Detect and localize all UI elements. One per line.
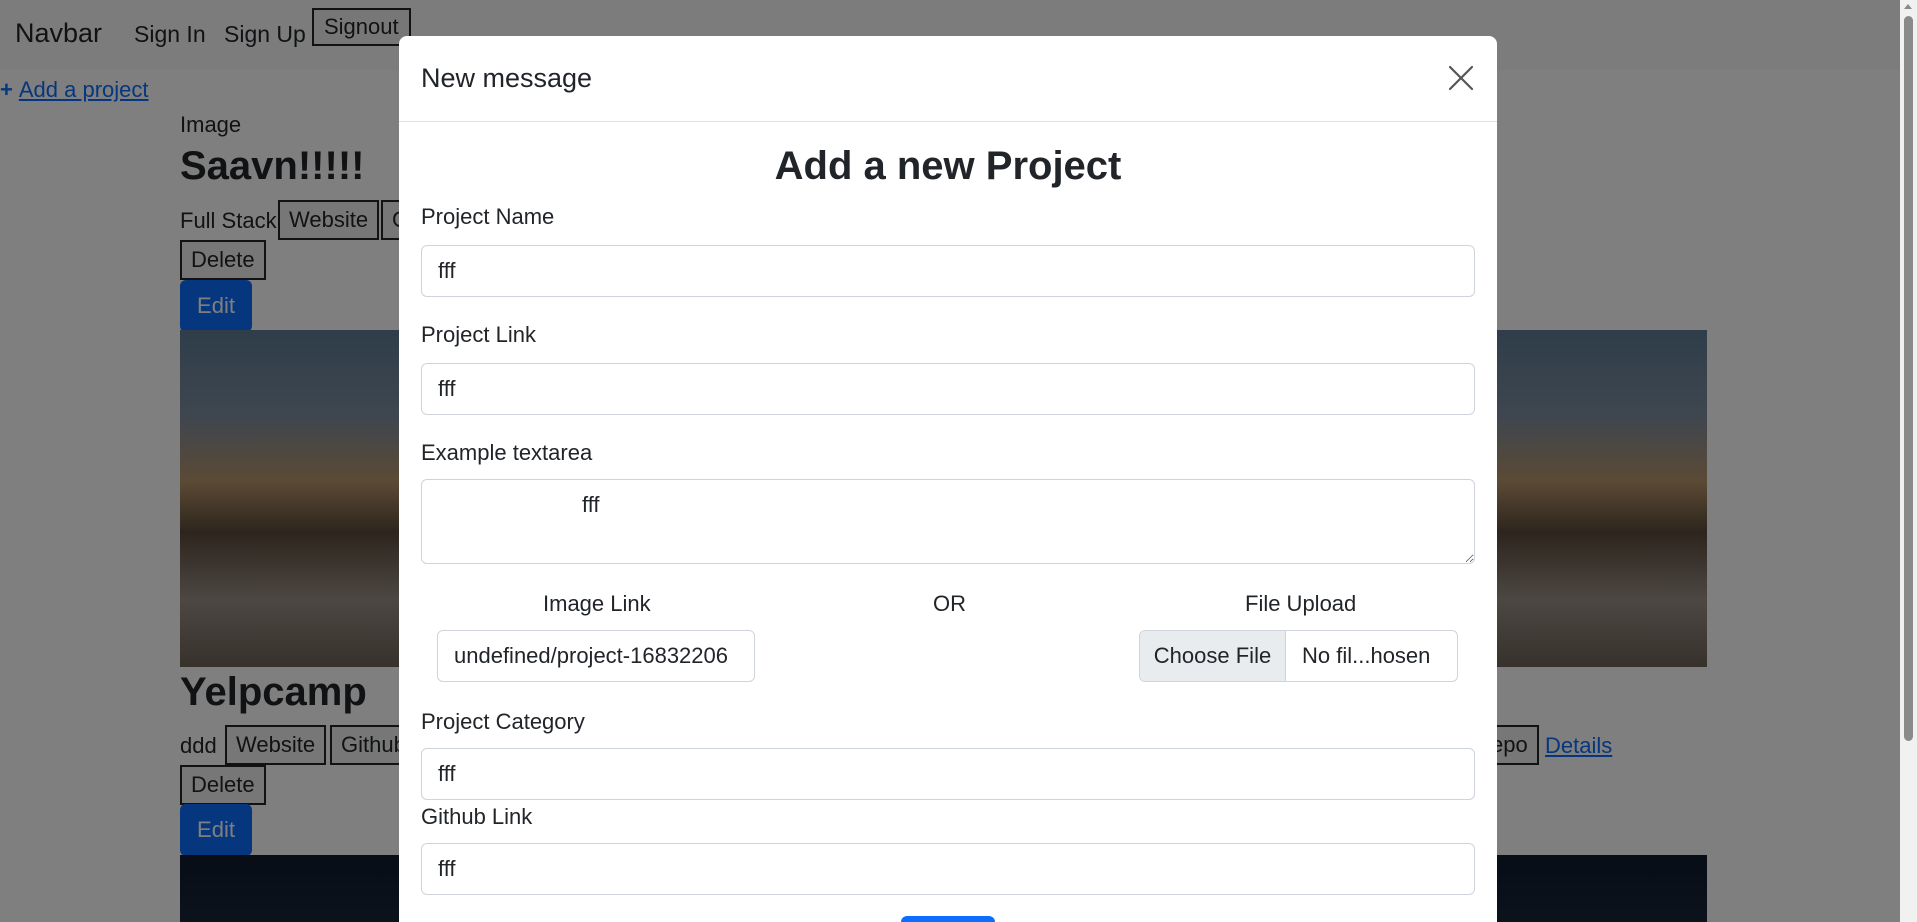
file-name-text: No fil...hosen (1302, 643, 1431, 668)
or-label: OR (933, 591, 966, 616)
file-upload-label: File Upload (1245, 591, 1357, 616)
close-icon (1448, 65, 1474, 90)
close-button[interactable] (1444, 62, 1478, 96)
file-upload-input[interactable]: Choose File No fil...hosen (1139, 630, 1458, 682)
new-project-modal: New message Add a new Project Project Na… (399, 36, 1497, 922)
description-textarea[interactable]: fff (421, 479, 1475, 564)
form-heading: Add a new Project (774, 144, 1122, 188)
github-link-input[interactable] (421, 843, 1475, 895)
image-link-label: Image Link (543, 591, 651, 616)
textarea-label: Example textarea (421, 440, 593, 465)
choose-file-button[interactable]: Choose File (1140, 631, 1286, 681)
project-link-label: Project Link (421, 322, 536, 347)
image-link-input[interactable] (437, 630, 755, 682)
category-input[interactable] (421, 748, 1475, 800)
scroll-up-icon[interactable] (1904, 4, 1912, 9)
modal-title: New message (421, 63, 593, 93)
modal-header: New message (399, 36, 1497, 122)
submit-button[interactable] (901, 916, 995, 922)
project-name-input[interactable] (421, 245, 1475, 297)
project-name-label: Project Name (421, 204, 555, 229)
project-link-input[interactable] (421, 363, 1475, 415)
scrollbar[interactable] (1900, 0, 1917, 922)
category-label: Project Category (421, 709, 585, 734)
scrollbar-thumb[interactable] (1904, 16, 1913, 741)
github-link-label: Github Link (421, 804, 533, 829)
